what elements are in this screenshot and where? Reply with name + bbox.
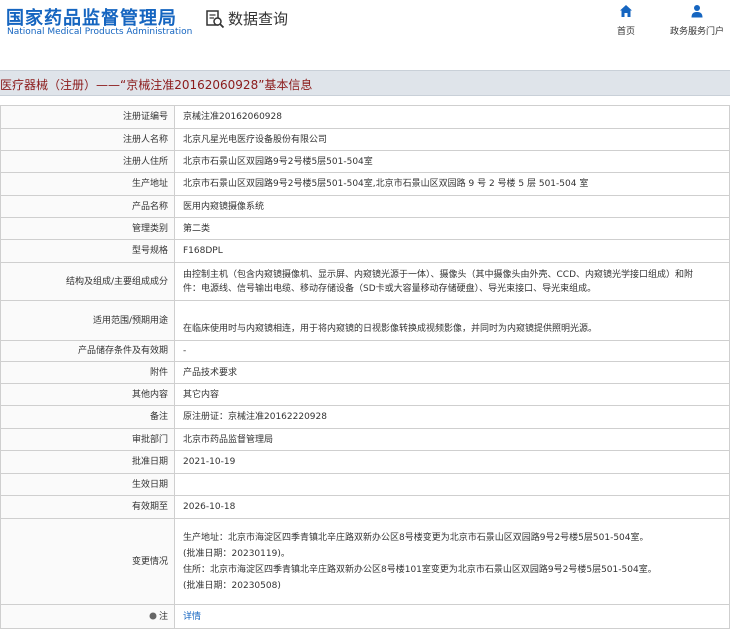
field-label: 适用范围/预期用途	[0, 300, 175, 341]
field-label: 生效日期	[0, 473, 175, 496]
value-line: 原注册证：京械注准20162220928	[183, 412, 327, 422]
field-label: 备注	[0, 405, 175, 429]
nav-home-label: 首页	[617, 27, 636, 37]
table-row: 其他内容 其它内容	[0, 383, 730, 406]
field-label: 管理类别	[0, 217, 175, 240]
note-label: 注	[158, 611, 168, 622]
field-value: 其它内容	[174, 383, 730, 406]
site-header: 国家药品监督管理局 National Medical Products Admi…	[0, 0, 730, 62]
field-value: 北京凡星光电医疗设备股份有限公司	[174, 128, 730, 151]
field-value	[174, 473, 730, 496]
device-info-table: 注册证编号 京械注准20162060928 注册人名称 北京凡星光电医疗设备股份…	[0, 105, 730, 629]
value-line: 第二类	[183, 223, 211, 234]
nav-service-label: 政务服务门户	[670, 27, 725, 37]
field-label: 型号规格	[0, 239, 175, 263]
field-value: 2021-10-19	[174, 450, 730, 474]
table-row: 生产地址 北京市石景山区双园路9号2号楼5层501-504室,北京市石景山区双园…	[0, 172, 730, 196]
data-query-link[interactable]: 数据查询	[205, 8, 288, 29]
value-line: 由控制主机（包含内窥镜摄像机、显示屏、内窥镜光源于一体）、摄像头（其中摄像头由外…	[183, 269, 694, 280]
value-line: 其它内容	[183, 389, 220, 400]
table-row: 产品名称 医用内窥镜摄像系统	[0, 195, 730, 218]
detail-link[interactable]: 详情	[183, 612, 201, 622]
value-line: F168DPL	[183, 246, 223, 256]
value-line: 2026-10-18	[183, 502, 236, 512]
field-value: 北京市石景山区双园路9号2号楼5层501-504室	[174, 150, 730, 173]
data-query-label: 数据查询	[228, 10, 289, 28]
table-row: 注册人名称 北京凡星光电医疗设备股份有限公司	[0, 128, 730, 151]
table-row: 有效期至 2026-10-18	[0, 495, 730, 519]
nav-service-portal[interactable]: 政务服务门户	[670, 4, 724, 37]
value-line: 2021-10-19	[183, 457, 236, 467]
field-value: 详情	[174, 604, 730, 629]
value-line: 件：电源线、信号输出电缆、移动存储设备（SD卡或大容量移动存储硬盘）、导光束接口…	[183, 283, 597, 294]
field-value: 由控制主机（包含内窥镜摄像机、显示屏、内窥镜光源于一体）、摄像头（其中摄像头由外…	[174, 262, 730, 301]
page-title: 医疗器械（注册）——“京械注准20162060928”基本信息	[0, 78, 313, 92]
note-bullet-icon	[149, 612, 157, 619]
field-value: 产品技术要求	[174, 361, 730, 384]
field-value: -	[174, 340, 730, 362]
field-value: 在临床使用时与内窥镜相连，用于将内窥镜的日视影像转换成视频影像，并同时为内窥镜提…	[174, 300, 730, 341]
field-value: 北京市石景山区双园路9号2号楼5层501-504室,北京市石景山区双园路 9 号…	[174, 172, 730, 196]
field-value: 原注册证：京械注准20162220928	[174, 405, 730, 429]
field-label: 产品名称	[0, 195, 175, 218]
value-line: (批准日期：20230508)	[183, 580, 281, 591]
field-value: 2026-10-18	[174, 495, 730, 519]
table-row: 注 详情	[0, 604, 730, 629]
table-row: 备注 原注册证：京械注准20162220928	[0, 405, 730, 429]
field-label: 有效期至	[0, 495, 175, 519]
field-label: 审批部门	[0, 428, 175, 451]
field-label: 附件	[0, 361, 175, 384]
value-line: 北京市药品监督管理局	[183, 434, 274, 445]
value-line: 住所：北京市海淀区四季青镇北辛庄路双新办公区8号楼101室变更为北京市石景山区双…	[183, 564, 657, 575]
field-label: 产品储存条件及有效期	[0, 340, 175, 362]
document-search-icon	[206, 9, 225, 28]
table-row: 结构及组成/主要组成成分 由控制主机（包含内窥镜摄像机、显示屏、内窥镜光源于一体…	[0, 262, 730, 301]
field-label: 结构及组成/主要组成成分	[0, 262, 175, 301]
value-line: -	[183, 346, 187, 356]
logo-title-en[interactable]: National Medical Products Administration	[7, 27, 192, 37]
field-value: 医用内窥镜摄像系统	[174, 195, 730, 218]
table-row: 注册证编号 京械注准20162060928	[0, 105, 730, 129]
table-row: 生效日期	[0, 473, 730, 496]
field-value: 京械注准20162060928	[174, 105, 730, 129]
value-line: 京械注准20162060928	[183, 112, 282, 122]
page-title-bar: 医疗器械（注册）——“京械注准20162060928”基本信息	[0, 70, 730, 96]
table-row: 审批部门 北京市药品监督管理局	[0, 428, 730, 451]
field-value: 第二类	[174, 217, 730, 240]
table-row: 附件 产品技术要求	[0, 361, 730, 384]
table-row: 型号规格 F168DPL	[0, 239, 730, 263]
user-icon	[691, 5, 703, 18]
field-label: 注册人名称	[0, 128, 175, 151]
value-line: 在临床使用时与内窥镜相连，用于将内窥镜的日视影像转换成视频影像，并同时为内窥镜提…	[183, 324, 598, 334]
value-line: 生产地址：北京市海淀区四季青镇北辛庄路双新办公区8号楼变更为北京市石景山区双园路…	[183, 532, 649, 543]
table-row: 注册人住所 北京市石景山区双园路9号2号楼5层501-504室	[0, 150, 730, 173]
field-label: 注册证编号	[0, 105, 175, 129]
field-label: 变更情况	[0, 518, 175, 605]
value-line: 北京凡星光电医疗设备股份有限公司	[183, 134, 328, 145]
field-label: 注	[0, 604, 175, 629]
table-row: 管理类别 第二类	[0, 217, 730, 240]
table-row: 产品储存条件及有效期 -	[0, 340, 730, 362]
field-value: 北京市药品监督管理局	[174, 428, 730, 451]
field-label: 批准日期	[0, 450, 175, 474]
field-label: 生产地址	[0, 172, 175, 196]
field-value: 生产地址：北京市海淀区四季青镇北辛庄路双新办公区8号楼变更为北京市石景山区双园路…	[174, 518, 730, 605]
field-label: 注册人住所	[0, 150, 175, 173]
field-value: F168DPL	[174, 239, 730, 263]
table-row: 适用范围/预期用途 在临床使用时与内窥镜相连，用于将内窥镜的日视影像转换成视频影…	[0, 300, 730, 341]
home-icon	[620, 5, 632, 17]
value-line: (批准日期：20230119)。	[183, 548, 290, 559]
table-row: 批准日期 2021-10-19	[0, 450, 730, 474]
value-line: 产品技术要求	[183, 367, 238, 378]
nav-home[interactable]: 首页	[617, 4, 635, 37]
value-line: 医用内窥镜摄像系统	[183, 201, 265, 212]
value-line: 北京市石景山区双园路9号2号楼5层501-504室	[183, 156, 373, 167]
value-line: 北京市石景山区双园路9号2号楼5层501-504室,北京市石景山区双园路 9 号…	[183, 179, 589, 189]
table-row: 变更情况 生产地址：北京市海淀区四季青镇北辛庄路双新办公区8号楼变更为北京市石景…	[0, 518, 730, 605]
field-label: 其他内容	[0, 383, 175, 406]
